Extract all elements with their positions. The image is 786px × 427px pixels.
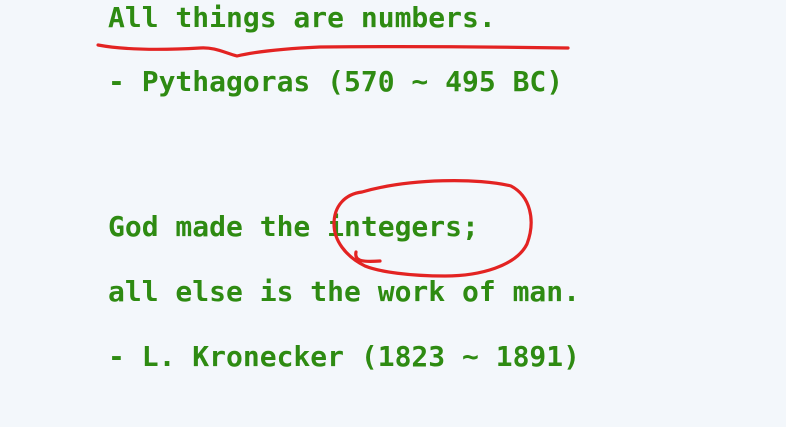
kronecker-quote-line-2: all else is the work of man. — [108, 275, 581, 308]
kronecker-attribution: - L. Kronecker (1823 ~ 1891) — [108, 340, 581, 373]
pythagoras-quote: All things are numbers. — [108, 1, 496, 34]
underline-stroke — [96, 43, 570, 58]
pythagoras-attribution: - Pythagoras (570 ~ 495 BC) — [108, 65, 564, 98]
kronecker-quote-line-1: God made the integers; — [108, 210, 479, 243]
